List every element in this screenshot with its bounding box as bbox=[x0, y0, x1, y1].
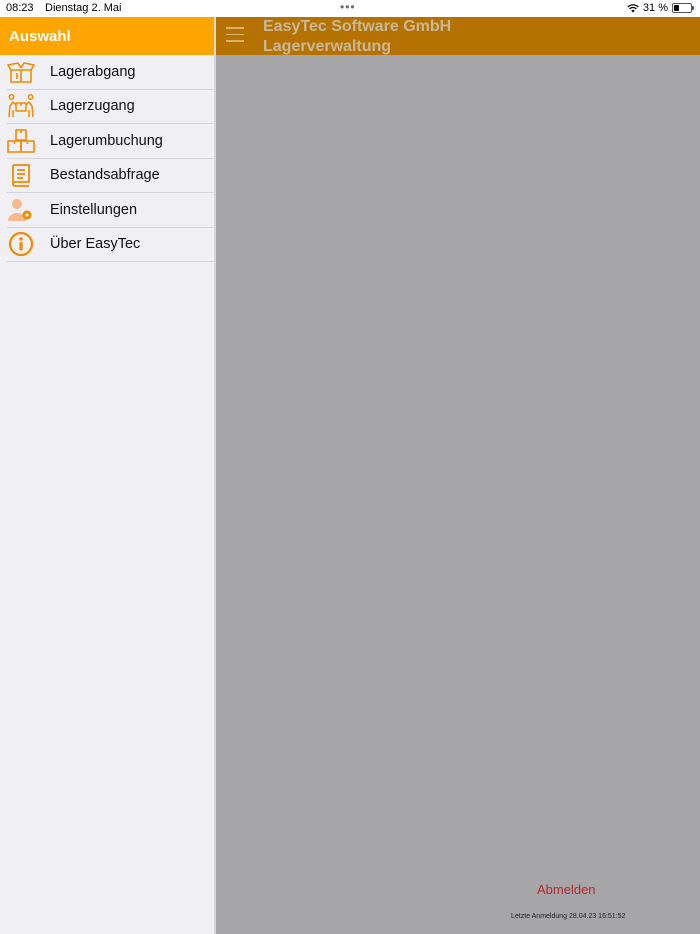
sidebar-item-label: Lagerumbuchung bbox=[50, 132, 163, 149]
last-login-text: Letzte Anmeldung 28.04.23 16:51:52 bbox=[511, 913, 626, 920]
book-list-icon bbox=[7, 161, 35, 189]
logout-button[interactable]: Abmelden bbox=[537, 882, 596, 897]
battery-percent: 31 % bbox=[642, 2, 668, 14]
multitasking-dots-icon[interactable]: ••• bbox=[340, 0, 356, 14]
company-title: EasyTec Software GmbH bbox=[263, 18, 452, 35]
status-right: 31 % bbox=[627, 2, 694, 14]
menu-icon[interactable] bbox=[226, 27, 244, 45]
status-time: 08:23 bbox=[6, 2, 34, 14]
status-date: Dienstag 2. Mai bbox=[45, 2, 122, 14]
sidebar-item-lagerabgang[interactable]: Lagerabgang bbox=[7, 55, 214, 90]
sidebar-item-lagerumbuchung[interactable]: Lagerumbuchung bbox=[7, 124, 214, 159]
top-bar: EasyTec Software GmbH Lagerverwaltung bbox=[216, 17, 700, 55]
sidebar-item-label: Über EasyTec bbox=[50, 236, 141, 253]
sidebar: Auswahl Lagerabgang Lagerzugang Lagerumb… bbox=[0, 17, 216, 934]
sidebar-item-label: Einstellungen bbox=[50, 201, 138, 218]
sidebar-item-label: Lagerabgang bbox=[50, 63, 136, 80]
people-carrying-box-icon bbox=[7, 92, 35, 120]
sidebar-menu: Lagerabgang Lagerzugang Lagerumbuchung B… bbox=[0, 55, 214, 262]
sidebar-item-lagerzugang[interactable]: Lagerzugang bbox=[7, 90, 214, 124]
sidebar-item-einstellungen[interactable]: Einstellungen bbox=[7, 193, 214, 228]
sidebar-title: Auswahl bbox=[0, 17, 214, 55]
sidebar-item-ueber-easytec[interactable]: Über EasyTec bbox=[7, 228, 214, 262]
status-bar: 08:23 Dienstag 2. Mai ••• 31 % bbox=[0, 0, 700, 17]
battery-icon bbox=[672, 3, 694, 13]
wifi-icon bbox=[627, 3, 639, 12]
open-box-icon bbox=[7, 58, 35, 86]
sidebar-item-label: Lagerzugang bbox=[50, 98, 135, 115]
stacked-boxes-icon bbox=[7, 127, 35, 155]
user-settings-icon bbox=[7, 196, 35, 224]
info-icon bbox=[7, 230, 35, 258]
module-title: Lagerverwaltung bbox=[263, 38, 392, 55]
sidebar-item-label: Bestandsabfrage bbox=[50, 167, 160, 184]
sidebar-item-bestandsabfrage[interactable]: Bestandsabfrage bbox=[7, 159, 214, 193]
main-content[interactable]: EasyTec Software GmbH Lagerverwaltung bbox=[216, 17, 700, 934]
